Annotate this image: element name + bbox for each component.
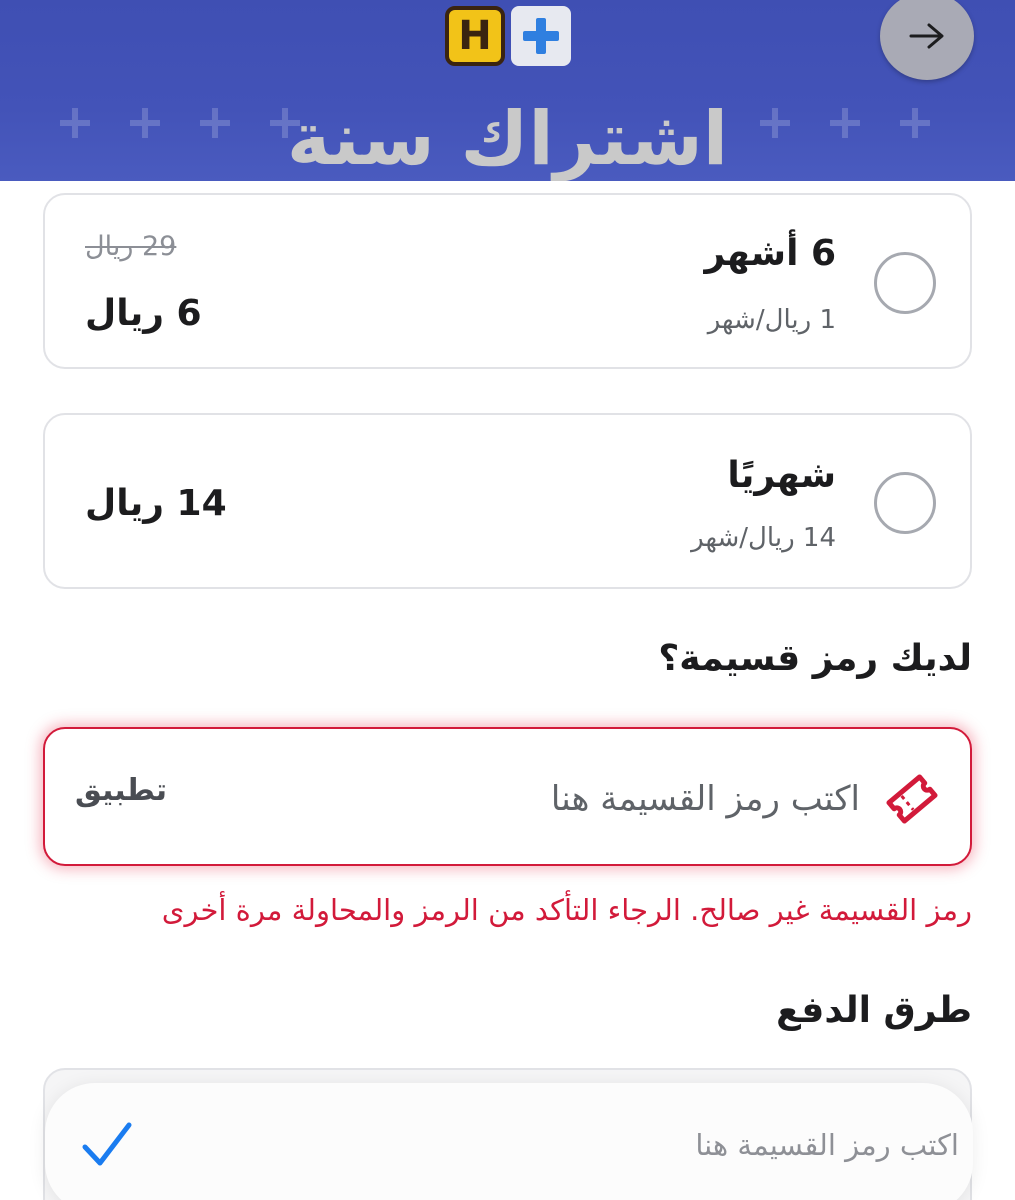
coupon-section-title: لديك رمز قسيمة؟ [658,638,972,679]
plan-price: 6 ريال [85,293,202,334]
app-logo: H [445,6,571,66]
coupon-field: تطبيق [43,727,972,866]
plan-per-month: 1 ريال/شهر [707,305,836,335]
plan-price: 14 ريال [85,483,227,524]
checkmark-icon[interactable] [81,1119,133,1171]
plan-radio[interactable] [874,252,936,314]
plan-radio[interactable] [874,472,936,534]
plan-name: شهريًا [727,455,836,496]
suggestion-text[interactable]: اكتب رمز القسيمة هنا [695,1128,959,1162]
plan-name: 6 أشهر [704,233,837,274]
apply-coupon-button[interactable]: تطبيق [75,773,167,808]
plan-option-monthly[interactable]: شهريًا 14 ريال/شهر 14 ريال [43,413,972,589]
ticket-icon [886,774,938,824]
plan-per-month: 14 ريال/شهر [691,523,836,553]
header: H اشتراك سنة [0,0,1015,181]
plus-icon [511,6,571,66]
plan-title: اشتراك سنة [286,96,729,181]
payment-section-title: طرق الدفع [776,990,972,1031]
plan-option-6-months[interactable]: 6 أشهر 1 ريال/شهر 29 ريال 6 ريال [43,193,972,369]
plan-old-price: 29 ريال [85,231,177,262]
logo-h-badge: H [445,6,505,66]
arrow-right-icon [909,23,944,49]
coupon-error-message: رمز القسيمة غير صالح. الرجاء التأكد من ا… [161,893,972,927]
coupon-input[interactable] [340,771,860,827]
text-suggestion-bar[interactable]: اكتب رمز القسيمة هنا [45,1083,973,1200]
